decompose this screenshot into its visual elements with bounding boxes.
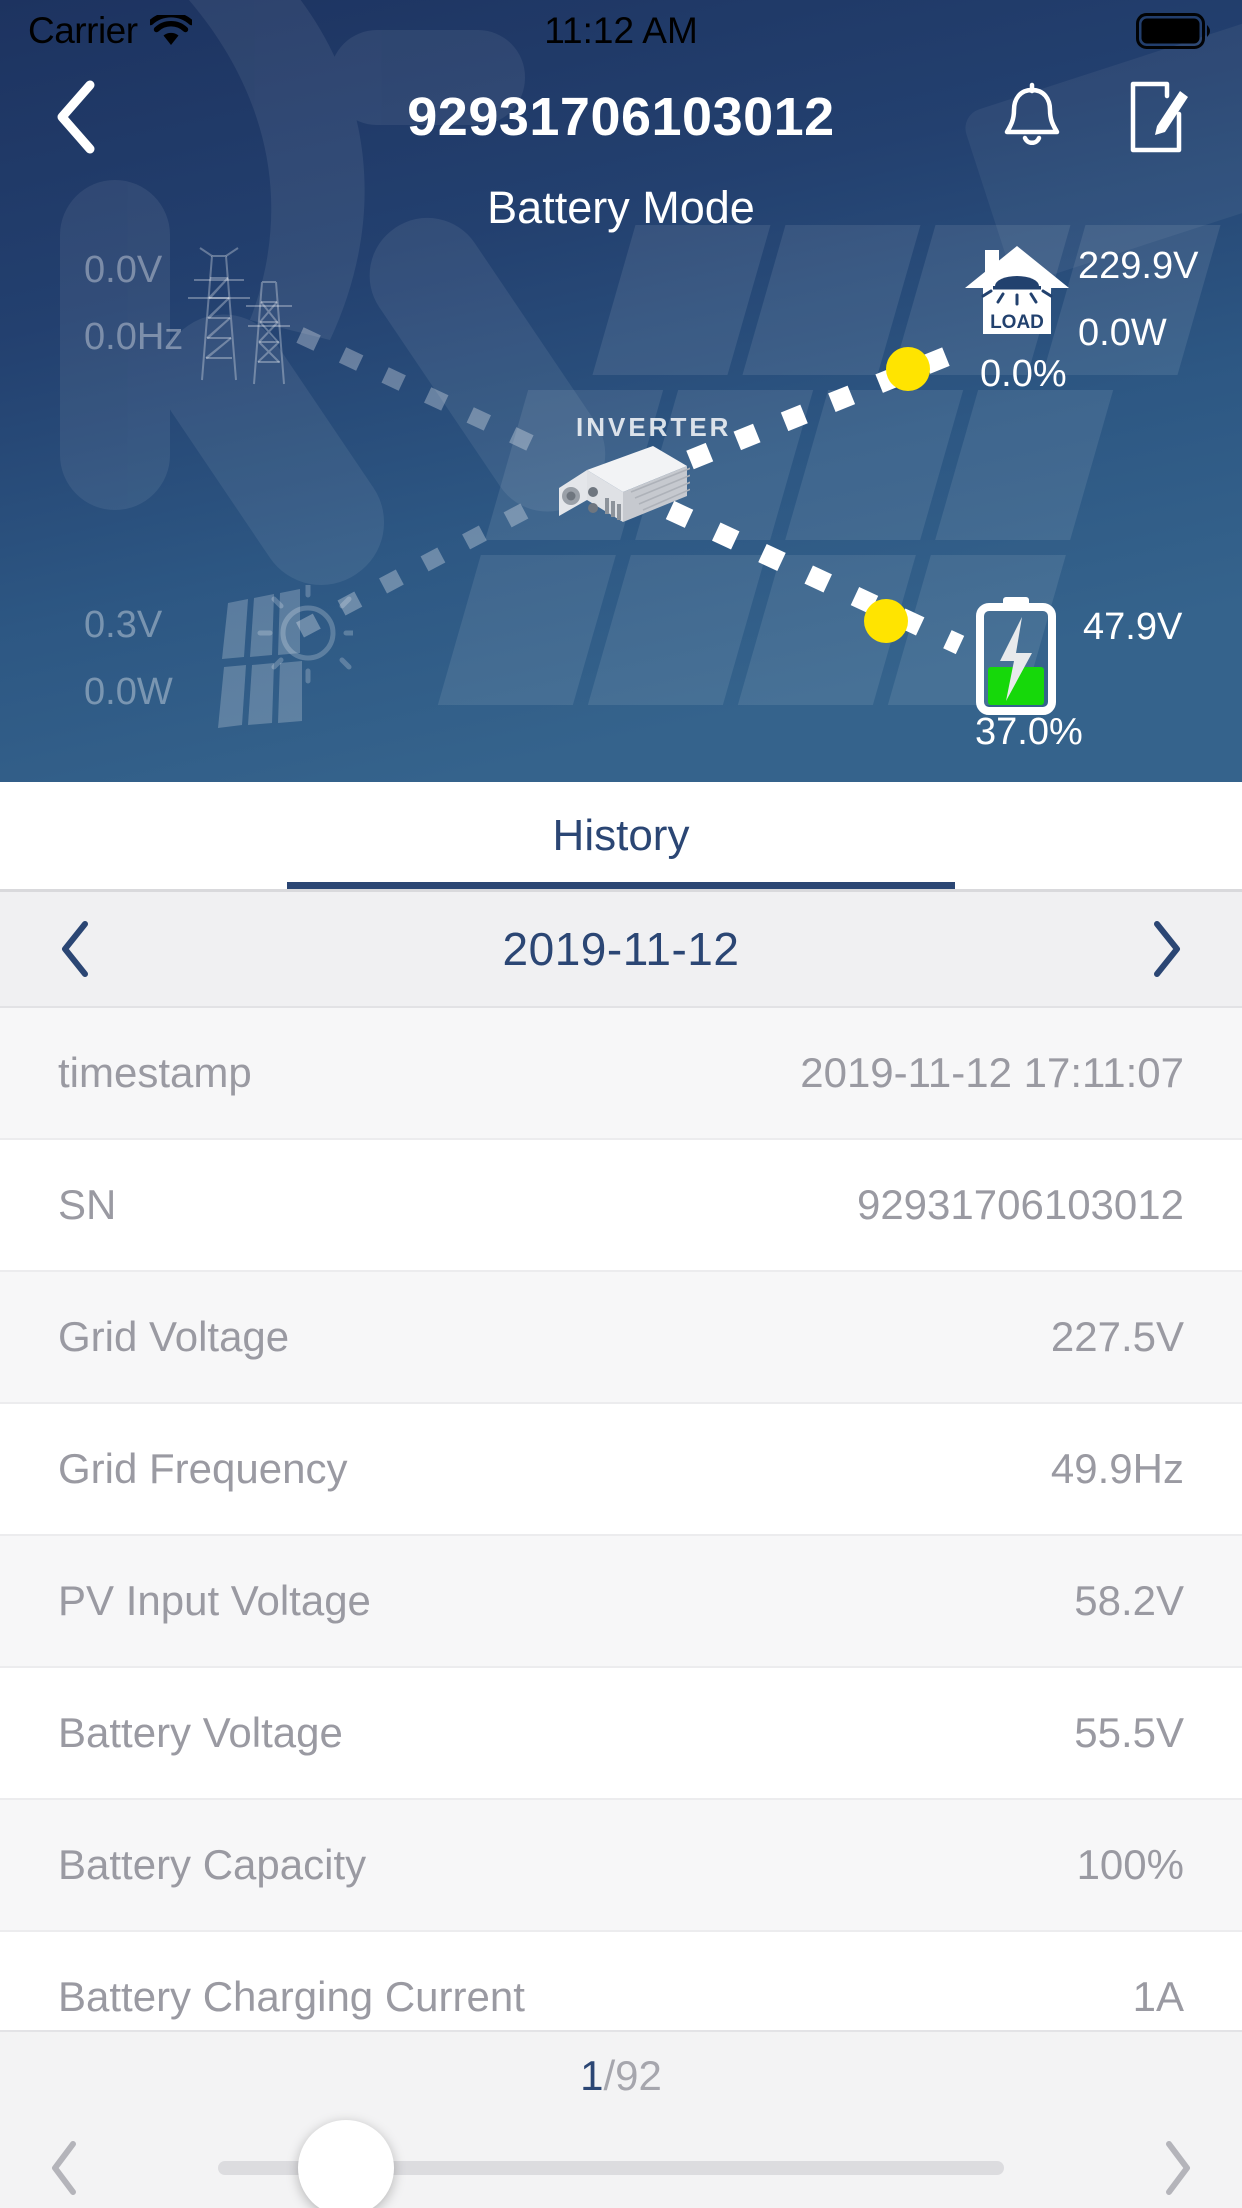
energy-flow-diagram: Carrier 11:12 AM (0, 0, 1242, 782)
previous-record-button[interactable] (0, 2140, 128, 2196)
pv-readings: 0.3V 0.0W (84, 603, 173, 715)
operating-mode-label: Battery Mode (0, 182, 1242, 234)
load-percent-value: 0.0% (980, 352, 1067, 397)
load-readings: 229.9V 0.0W (1078, 244, 1198, 356)
chevron-left-icon (58, 920, 92, 978)
history-detail-table[interactable]: timestamp 2019-11-12 17:11:07 SN 9293170… (0, 1008, 1242, 2048)
table-row: Grid Voltage 227.5V (0, 1272, 1242, 1404)
next-record-button[interactable] (1114, 2140, 1242, 2196)
table-row: Battery Voltage 55.5V (0, 1668, 1242, 1800)
chevron-right-icon (1150, 920, 1184, 978)
bell-icon (1000, 82, 1064, 152)
status-bar-battery (1136, 13, 1214, 49)
pv-power-value: 0.0W (84, 670, 173, 715)
table-row: Grid Frequency 49.9Hz (0, 1404, 1242, 1536)
inverter-icon (545, 440, 690, 535)
status-bar-clock: 11:12 AM (0, 10, 1242, 52)
nav-bar: 92931706103012 (0, 62, 1242, 172)
chevron-right-icon (1162, 2140, 1194, 2196)
inverter-label: INVERTER (576, 412, 731, 443)
row-value: 1A (1133, 1973, 1184, 2021)
row-value: 49.9Hz (1051, 1445, 1184, 1493)
grid-voltage-value: 0.0V (84, 248, 183, 293)
record-pager: 1/92 (0, 2030, 1242, 2208)
app-screen: Carrier 11:12 AM (0, 0, 1242, 2208)
status-bar: Carrier 11:12 AM (0, 0, 1242, 62)
battery-percent-value: 37.0% (975, 710, 1083, 755)
pv-voltage-value: 0.3V (84, 603, 173, 648)
row-label: Grid Voltage (58, 1313, 1051, 1361)
row-label: Battery Voltage (58, 1709, 1074, 1757)
selected-date[interactable]: 2019-11-12 (150, 922, 1092, 976)
grid-readings: 0.0V 0.0Hz (84, 248, 183, 360)
slider-thumb[interactable] (298, 2120, 394, 2208)
page-current: 1 (580, 2052, 603, 2099)
flow-dot-load (886, 347, 930, 391)
solar-panel-sun-icon (168, 585, 353, 745)
battery-full-icon (1136, 13, 1214, 49)
edit-pencil-icon (1127, 80, 1189, 154)
tab-bar: mation History Parame (0, 782, 1242, 890)
battery-voltage-value: 47.9V (1083, 605, 1182, 650)
row-label: timestamp (58, 1049, 800, 1097)
row-label: SN (58, 1181, 857, 1229)
row-label: PV Input Voltage (58, 1577, 1074, 1625)
row-value: 58.2V (1074, 1577, 1184, 1625)
page-counter: 1/92 (0, 2052, 1242, 2100)
load-voltage-value: 229.9V (1078, 244, 1198, 289)
battery-charging-icon (972, 595, 1060, 715)
row-label: Battery Capacity (58, 1841, 1077, 1889)
house-load-icon: LOAD (963, 242, 1071, 340)
row-value: 100% (1077, 1841, 1184, 1889)
table-row: PV Input Voltage 58.2V (0, 1536, 1242, 1668)
tab-history[interactable]: History (351, 782, 892, 890)
table-row: timestamp 2019-11-12 17:11:07 (0, 1008, 1242, 1140)
table-row: SN 92931706103012 (0, 1140, 1242, 1272)
edit-button[interactable] (1116, 75, 1200, 159)
table-row: Battery Capacity 100% (0, 1800, 1242, 1932)
date-navigator: 2019-11-12 (0, 892, 1242, 1008)
power-tower-icon (178, 238, 308, 388)
load-power-value: 0.0W (1078, 311, 1198, 356)
chevron-left-icon (48, 2140, 80, 2196)
row-value: 55.5V (1074, 1709, 1184, 1757)
tab-parameters[interactable]: Parame (891, 782, 1242, 890)
page-total: /92 (603, 2052, 661, 2099)
pager-controls (0, 2126, 1242, 2208)
flow-dot-battery (864, 599, 908, 643)
previous-day-button[interactable] (0, 891, 150, 1007)
svg-text:LOAD: LOAD (990, 312, 1044, 333)
alarm-button[interactable] (990, 75, 1074, 159)
next-day-button[interactable] (1092, 891, 1242, 1007)
grid-frequency-value: 0.0Hz (84, 315, 183, 360)
row-value: 2019-11-12 17:11:07 (800, 1049, 1184, 1097)
row-label: Grid Frequency (58, 1445, 1051, 1493)
row-value: 92931706103012 (857, 1181, 1184, 1229)
row-value: 227.5V (1051, 1313, 1184, 1361)
tab-information[interactable]: mation (0, 782, 351, 890)
row-label: Battery Charging Current (58, 1973, 1133, 2021)
record-slider[interactable] (128, 2126, 1114, 2208)
